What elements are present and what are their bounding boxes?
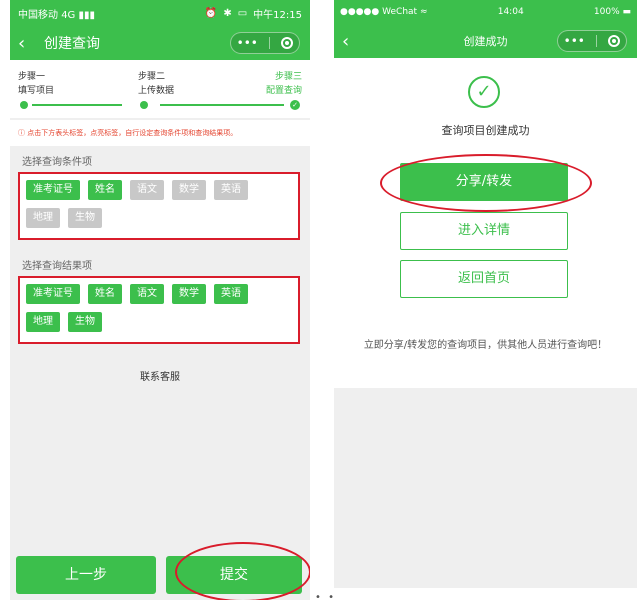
- nav-bar: ‹ 创建成功 •••: [334, 24, 637, 58]
- condition-tag[interactable]: 姓名: [88, 180, 122, 200]
- back-home-button[interactable]: 返回首页: [400, 260, 568, 298]
- result-tag[interactable]: 数学: [172, 284, 206, 304]
- nav-bar: ‹ 创建查询 •••: [10, 26, 310, 60]
- miniprogram-capsule[interactable]: •••: [230, 32, 300, 54]
- battery-icon: ▭: [237, 7, 248, 19]
- result-section-title: 选择查询结果项: [22, 261, 92, 272]
- back-icon[interactable]: ‹: [18, 33, 38, 54]
- condition-tag[interactable]: 地理: [26, 208, 60, 228]
- progress-line: [32, 104, 122, 106]
- result-tag[interactable]: 地理: [26, 312, 60, 332]
- step-dot: [20, 101, 28, 109]
- close-circle-icon[interactable]: [608, 35, 621, 47]
- battery-label: 100% ▬: [593, 7, 631, 17]
- step-1: 步骤一 填写项目: [18, 72, 55, 96]
- progress-line: [160, 104, 284, 106]
- miniprogram-capsule[interactable]: •••: [557, 30, 627, 52]
- page-title: 创建成功: [463, 35, 508, 48]
- success-message: 查询项目创建成功: [441, 124, 530, 137]
- more-icon[interactable]: •••: [237, 36, 258, 50]
- step-3: 步骤三 配置查询: [265, 72, 302, 96]
- create-success-screen: ●●●●● WeChat ≈ 14:04 100% ▬ ‹ 创建成功 ••• ✓…: [334, 0, 637, 588]
- view-details-button[interactable]: 进入详情: [400, 212, 568, 250]
- carrier-label: 中国移动 4G ▮▮▮: [18, 9, 95, 21]
- hint-text: ⓘ 点击下方表头标签，点亮标签，自行设定查询条件项和查询结果项。: [10, 120, 310, 146]
- more-icon[interactable]: •••: [564, 34, 585, 48]
- bluetooth-icon: ✱: [223, 7, 232, 19]
- result-tag[interactable]: 准考证号: [26, 284, 80, 304]
- share-hint-text: 立即分享/转发您的查询项目，供其他人员进行查询吧！: [363, 340, 608, 351]
- condition-section-title: 选择查询条件项: [22, 157, 92, 168]
- result-tag[interactable]: 生物: [68, 312, 102, 332]
- status-bar: ●●●●● WeChat ≈ 14:04 100% ▬: [334, 0, 637, 24]
- result-tags-box: 准考证号 姓名 语文 数学 英语 地理 生物: [18, 276, 300, 344]
- check-icon: ✓: [290, 100, 300, 110]
- annotation-circle: [380, 154, 592, 212]
- wifi-icon: ≈: [419, 7, 428, 17]
- step-dot: [140, 101, 148, 109]
- annotation-circle: [175, 542, 310, 600]
- condition-tags-box: 准考证号 姓名 语文 数学 英语 地理 生物: [18, 172, 300, 240]
- contact-support-link[interactable]: 联系客服: [10, 368, 310, 383]
- prev-step-button[interactable]: 上一步: [16, 556, 156, 594]
- create-query-screen: 中国移动 4G ▮▮▮ ⏰ ✱ ▭ 中午12:15 ‹ 创建查询 ••• 步骤一…: [10, 0, 310, 600]
- step-progress: 步骤一 填写项目 步骤二 上传数据 步骤三 配置查询 ✓: [10, 60, 310, 118]
- condition-tag[interactable]: 数学: [172, 180, 206, 200]
- screenshot-stage: 中国移动 4G ▮▮▮ ⏰ ✱ ▭ 中午12:15 ‹ 创建查询 ••• 步骤一…: [0, 0, 640, 609]
- success-check-icon: ✓: [468, 76, 500, 108]
- success-panel: ✓ 查询项目创建成功 分享/转发 进入详情 返回首页 立即分享/转发您的查询项目…: [334, 58, 637, 388]
- result-tag[interactable]: 语文: [130, 284, 164, 304]
- carrier-label: ●●●●● WeChat ≈: [340, 7, 428, 17]
- result-tag[interactable]: 英语: [214, 284, 248, 304]
- page-title: 创建查询: [44, 36, 100, 52]
- warning-icon: ⓘ: [18, 129, 28, 137]
- status-time: 中午12:15: [253, 9, 302, 21]
- condition-tag[interactable]: 准考证号: [26, 180, 80, 200]
- divider-dots: • •: [315, 592, 336, 603]
- step-2: 步骤二 上传数据: [138, 72, 175, 96]
- result-tag[interactable]: 姓名: [88, 284, 122, 304]
- status-time: 14:04: [497, 7, 524, 17]
- status-bar: 中国移动 4G ▮▮▮ ⏰ ✱ ▭ 中午12:15: [10, 0, 310, 26]
- condition-tag[interactable]: 生物: [68, 208, 102, 228]
- close-circle-icon[interactable]: [281, 37, 294, 49]
- back-icon[interactable]: ‹: [342, 31, 349, 52]
- condition-tag[interactable]: 语文: [130, 180, 164, 200]
- alarm-icon: ⏰: [204, 7, 218, 19]
- condition-tag[interactable]: 英语: [214, 180, 248, 200]
